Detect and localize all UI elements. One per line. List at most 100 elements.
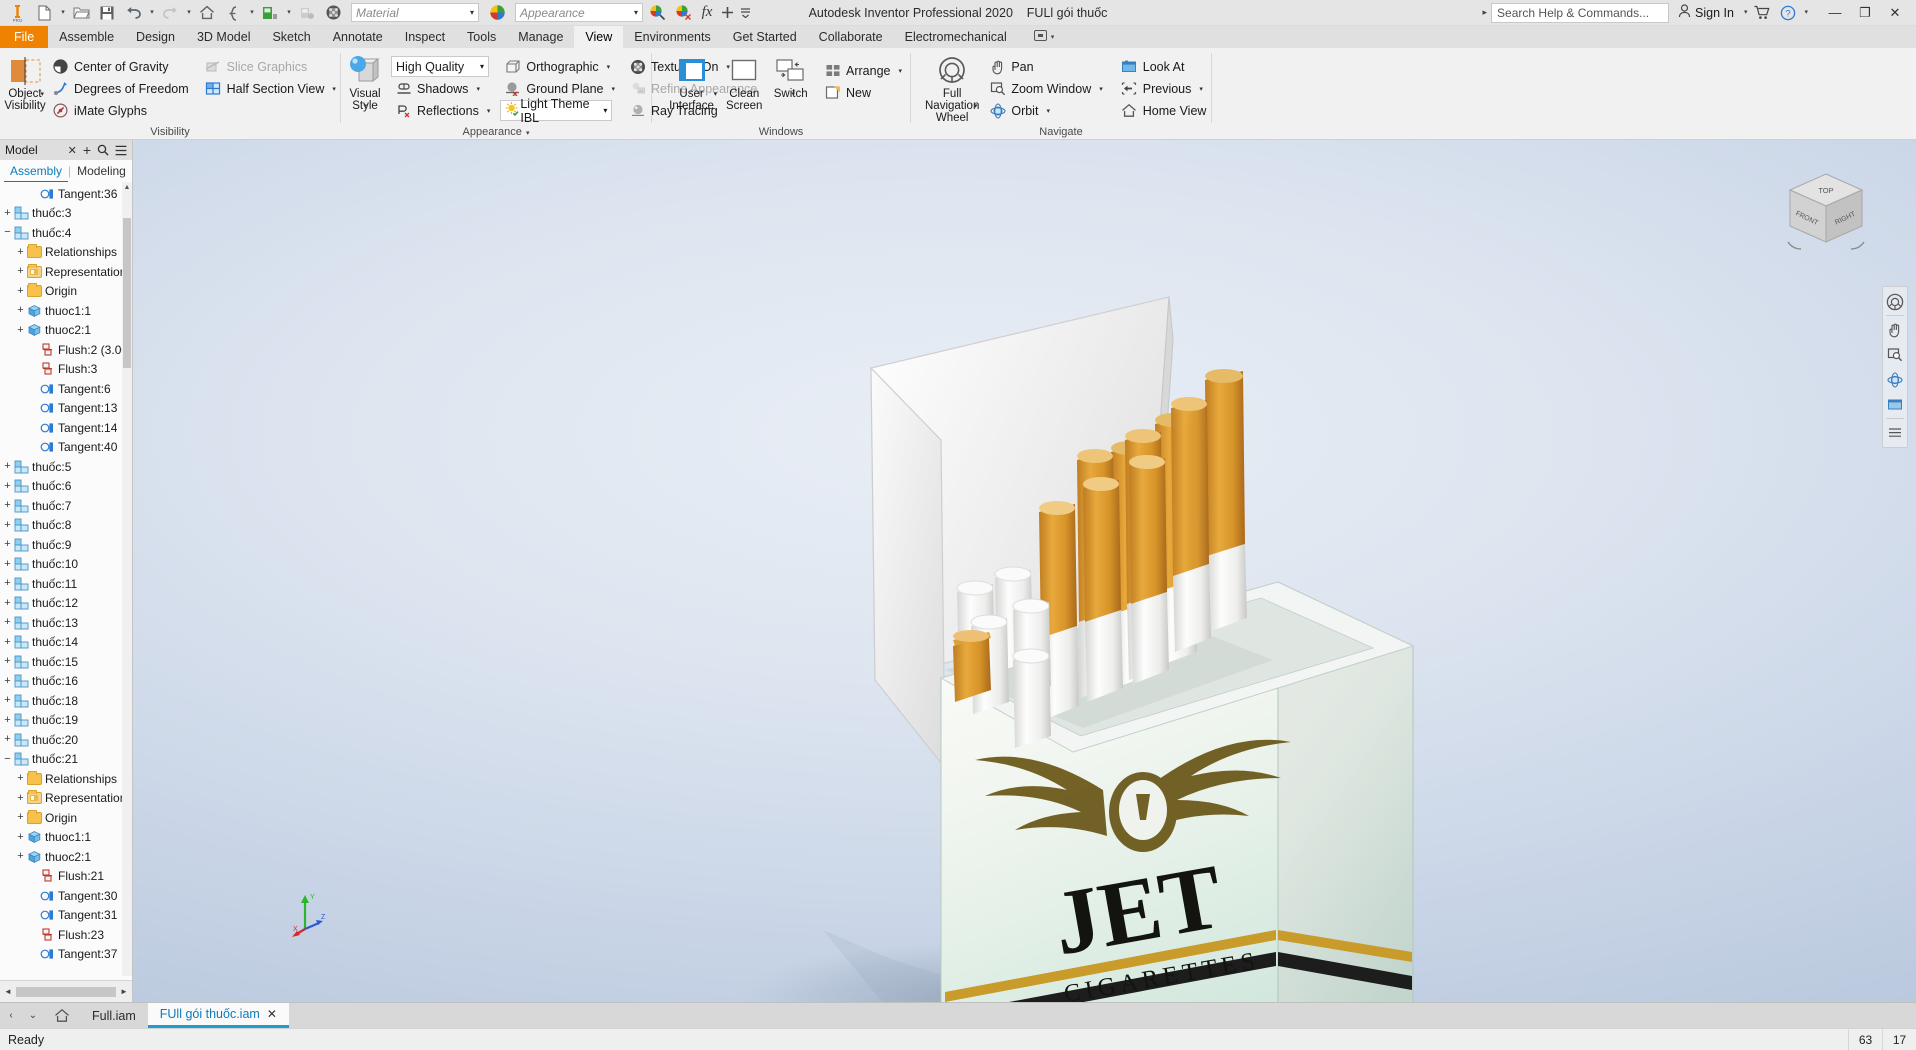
- appearance-ball-icon[interactable]: [321, 2, 345, 24]
- browser-tab-modeling[interactable]: Modeling: [71, 161, 132, 181]
- orbit-dropdown-icon[interactable]: ▾: [1046, 107, 1050, 115]
- updates-icon[interactable]: [295, 2, 319, 24]
- tree-node[interactable]: + thuốc:7: [0, 496, 132, 516]
- tab-3d-model[interactable]: 3D Model: [186, 26, 262, 48]
- zoom-window-dropdown-icon[interactable]: ▾: [1099, 85, 1103, 93]
- hamburger-icon[interactable]: [115, 145, 127, 156]
- canvas-vertical-scrollbar[interactable]: [1908, 140, 1916, 1002]
- collapse-icon[interactable]: −: [2, 227, 13, 238]
- undo-icon[interactable]: [121, 2, 145, 24]
- expand-icon[interactable]: +: [15, 324, 26, 336]
- material-dropdown[interactable]: ▾: [284, 2, 293, 24]
- account-dropdown-icon[interactable]: ▾: [1744, 9, 1748, 16]
- tree-node[interactable]: − thuốc:4: [0, 223, 132, 243]
- expand-icon[interactable]: +: [15, 773, 26, 784]
- visual-style-button[interactable]: Visual Style ▾: [345, 52, 385, 112]
- expand-icon[interactable]: +: [2, 519, 13, 531]
- zoom-icon[interactable]: [1883, 342, 1907, 367]
- sign-in-button[interactable]: Sign In: [1673, 4, 1739, 21]
- restore-button[interactable]: ❐: [1850, 1, 1880, 25]
- expand-icon[interactable]: +: [2, 558, 13, 570]
- tree-node[interactable]: Flush:23: [0, 925, 132, 945]
- tree-node[interactable]: + thuốc:6: [0, 477, 132, 497]
- tree-node[interactable]: Tangent:40: [0, 438, 132, 458]
- expand-icon[interactable]: +: [15, 812, 26, 823]
- tree-node[interactable]: Tangent:6: [0, 379, 132, 399]
- expand-icon[interactable]: +: [2, 539, 13, 550]
- collapse-icon[interactable]: −: [2, 753, 13, 765]
- tree-node[interactable]: + thuốc:16: [0, 672, 132, 692]
- new-file-dropdown[interactable]: ▾: [58, 2, 67, 24]
- appearance-combo[interactable]: Appearance ▾: [515, 3, 643, 22]
- look-at-button[interactable]: Look At: [1117, 56, 1211, 77]
- tab-environments[interactable]: Environments: [623, 26, 721, 48]
- expand-icon[interactable]: +: [2, 636, 13, 648]
- nav-settings-icon[interactable]: [1883, 420, 1907, 445]
- tree-node[interactable]: + thuốc:13: [0, 613, 132, 633]
- model-tree[interactable]: Tangent:36 + thuốc:3 − thuốc:4 + Relationships…: [0, 182, 132, 980]
- tab-design[interactable]: Design: [125, 26, 186, 48]
- save-icon[interactable]: [95, 2, 119, 24]
- tab-annotate[interactable]: Annotate: [322, 26, 394, 48]
- close-icon[interactable]: ✕: [68, 144, 77, 157]
- arrange-button[interactable]: Arrange ▾: [820, 60, 906, 81]
- cart-icon[interactable]: [1751, 3, 1773, 23]
- shadows-button[interactable]: Shadows ▾: [391, 78, 494, 99]
- orthographic-button[interactable]: Orthographic ▾: [500, 56, 619, 77]
- browser-horizontal-scrollbar[interactable]: ◄ ►: [0, 980, 132, 1002]
- tree-node[interactable]: Tangent:14: [0, 418, 132, 438]
- h-scroll-thumb[interactable]: [16, 986, 116, 997]
- redo-dropdown[interactable]: ▾: [184, 2, 193, 24]
- tree-node[interactable]: + Origin: [0, 808, 132, 828]
- tree-node[interactable]: + Representation: [0, 262, 132, 282]
- user-interface-button[interactable]: User Interface ▾: [664, 52, 719, 112]
- tree-node[interactable]: Flush:21: [0, 867, 132, 887]
- tree-node[interactable]: + thuốc:5: [0, 457, 132, 477]
- ground-plane-dropdown-icon[interactable]: ▾: [612, 85, 616, 93]
- expand-icon[interactable]: +: [2, 656, 13, 667]
- home-icon[interactable]: [195, 2, 219, 24]
- qat-overflow-icon[interactable]: [738, 2, 753, 24]
- tree-node[interactable]: + thuốc:12: [0, 594, 132, 614]
- material-browser-icon[interactable]: [258, 2, 282, 24]
- tab-file[interactable]: File: [0, 26, 49, 48]
- object-visibility-dropdown-icon[interactable]: ▾: [40, 90, 44, 98]
- tree-node[interactable]: + thuốc:11: [0, 574, 132, 594]
- visual-style-dropdown-icon[interactable]: ▾: [363, 102, 367, 110]
- home-view-button[interactable]: Home View: [1117, 100, 1211, 121]
- full-navigation-wheel-button[interactable]: Full Navigation Wheel ▾: [925, 52, 979, 124]
- tab-manage[interactable]: Manage: [507, 26, 574, 48]
- search-icon[interactable]: [97, 144, 109, 156]
- tree-node[interactable]: Tangent:30: [0, 886, 132, 906]
- expand-icon[interactable]: +: [2, 734, 13, 745]
- help-dropdown-icon[interactable]: ▾: [1804, 9, 1808, 16]
- expand-icon[interactable]: +: [15, 831, 26, 843]
- tree-node[interactable]: + thuoc2:1: [0, 321, 132, 341]
- pan-button[interactable]: Pan: [985, 56, 1106, 77]
- tab-get-started[interactable]: Get Started: [722, 26, 808, 48]
- reflections-button[interactable]: Reflections ▾: [391, 100, 494, 121]
- tab-collaborate[interactable]: Collaborate: [808, 26, 894, 48]
- search-expand-icon[interactable]: ▸: [1483, 7, 1488, 18]
- arrange-dropdown-icon[interactable]: ▾: [898, 67, 902, 75]
- new-window-button[interactable]: New: [820, 82, 906, 103]
- expand-icon[interactable]: +: [15, 305, 26, 316]
- parameters-dropdown[interactable]: ▾: [247, 2, 256, 24]
- degrees-of-freedom-button[interactable]: Degrees of Freedom: [48, 78, 193, 99]
- tree-node[interactable]: Flush:2 (3.000: [0, 340, 132, 360]
- expand-icon[interactable]: +: [2, 675, 13, 687]
- canvas-horizontal-scrollbar[interactable]: [133, 994, 1916, 1002]
- tree-node[interactable]: + thuốc:19: [0, 711, 132, 731]
- slice-graphics-button[interactable]: Slice Graphics: [201, 56, 340, 77]
- close-icon[interactable]: ✕: [267, 1007, 277, 1021]
- pan-hand-icon[interactable]: [1883, 317, 1907, 342]
- previous-view-button[interactable]: Previous ▾: [1117, 78, 1211, 99]
- half-section-view-button[interactable]: Half Section View ▾: [201, 78, 340, 99]
- adjust-appearance-icon[interactable]: [645, 2, 669, 24]
- tree-node[interactable]: + Origin: [0, 282, 132, 302]
- expand-icon[interactable]: +: [2, 461, 13, 472]
- tree-node[interactable]: + thuoc1:1: [0, 301, 132, 321]
- orbit-button[interactable]: Orbit ▾: [985, 100, 1106, 121]
- tree-node[interactable]: + thuốc:8: [0, 516, 132, 536]
- expand-icon[interactable]: +: [15, 285, 26, 297]
